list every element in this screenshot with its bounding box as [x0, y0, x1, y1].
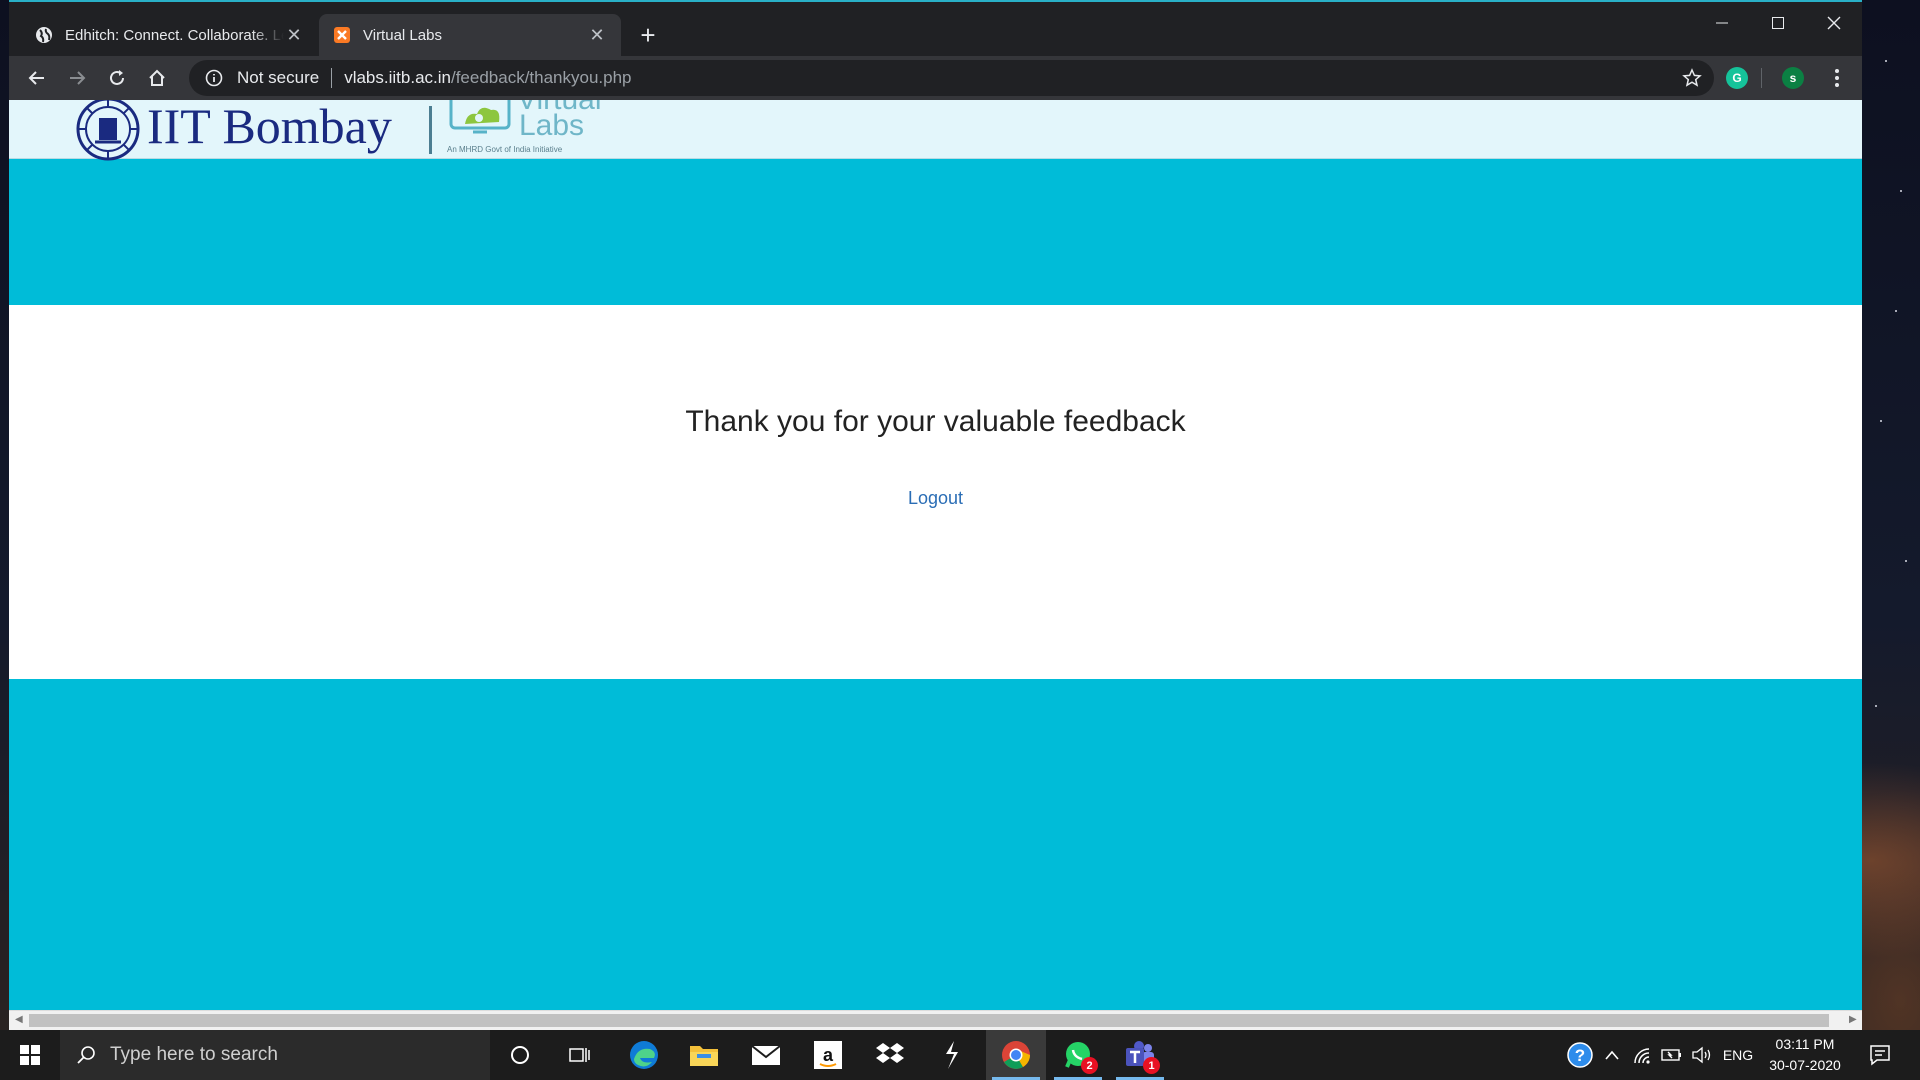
grammarly-extension-icon[interactable]: G	[1726, 67, 1748, 89]
site-header: IIT Bombay Virtual Labs An MHRD Govt of …	[9, 100, 1862, 161]
clock-time: 03:11 PM	[1775, 1036, 1835, 1052]
taskbar-dropbox[interactable]	[860, 1030, 920, 1080]
taskbar-whatsapp[interactable]: 2	[1048, 1030, 1108, 1080]
taskbar-amazon[interactable]: a	[798, 1030, 858, 1080]
thank-you-message: Thank you for your valuable feedback	[685, 405, 1186, 438]
clock[interactable]: 03:11 PM 30-07-2020	[1760, 1034, 1850, 1076]
minimize-button[interactable]	[1694, 8, 1750, 38]
taskbar-teams[interactable]: 1	[1110, 1030, 1170, 1080]
page-viewport: IIT Bombay Virtual Labs An MHRD Govt of …	[9, 100, 1862, 1010]
profile-initial: s	[1789, 71, 1797, 85]
back-button[interactable]	[21, 62, 53, 94]
url-domain: vlabs.iitb.ac.in	[344, 68, 451, 87]
star	[1900, 190, 1902, 192]
scrollbar-thumb[interactable]	[29, 1014, 1829, 1027]
star	[1895, 310, 1897, 312]
scroll-left-arrow-icon[interactable]: ◀	[15, 1014, 23, 1025]
iitb-emblem-logo	[76, 100, 140, 161]
forward-button[interactable]	[61, 62, 93, 94]
tab-title: Virtual Labs	[363, 26, 442, 44]
institute-name: IIT Bombay	[147, 100, 392, 154]
tab-edhitch[interactable]: Edhitch: Connect. Collaborate. Learn ✕	[21, 14, 318, 56]
info-icon[interactable]	[205, 69, 225, 87]
wifi-icon[interactable]	[1628, 1030, 1656, 1080]
taskbar-mail[interactable]	[736, 1030, 796, 1080]
star	[1875, 705, 1877, 707]
language-indicator[interactable]: ENG	[1718, 1030, 1758, 1080]
taskbar-chrome[interactable]	[986, 1030, 1046, 1080]
task-view-button[interactable]	[550, 1030, 610, 1080]
search-icon	[77, 1046, 95, 1064]
home-button[interactable]	[141, 62, 173, 94]
logout-link[interactable]: Logout	[9, 488, 1862, 509]
volume-icon[interactable]	[1688, 1030, 1716, 1080]
action-center-notification-icon[interactable]	[1858, 1030, 1902, 1080]
horizontal-scrollbar[interactable]: ◀ ▶	[9, 1010, 1862, 1030]
svg-text:?: ?	[1575, 1046, 1585, 1065]
message-panel: Thank you for your valuable feedback Log…	[9, 305, 1862, 679]
reload-button[interactable]	[101, 62, 133, 94]
search-placeholder: Type here to search	[110, 1044, 278, 1065]
xampp-icon	[333, 26, 351, 44]
close-tab-icon[interactable]: ✕	[284, 25, 304, 46]
star	[1905, 560, 1907, 562]
taskbar-search-box[interactable]: Type here to search	[60, 1030, 490, 1080]
taskbar-file-explorer[interactable]	[674, 1030, 734, 1080]
virtual-labs-monitor-logo	[449, 100, 511, 134]
address-bar[interactable]: Not secure vlabs.iitb.ac.in /feedback/th…	[189, 60, 1714, 96]
cortana-circle-icon	[511, 1046, 529, 1064]
scroll-right-arrow-icon[interactable]: ▶	[1849, 1014, 1857, 1025]
chrome-icon	[1002, 1041, 1030, 1069]
close-tab-icon[interactable]: ✕	[587, 25, 607, 46]
grammarly-label: G	[1732, 71, 1742, 85]
globe-icon	[35, 26, 53, 44]
close-window-button[interactable]	[1806, 8, 1862, 38]
clock-date: 30-07-2020	[1769, 1057, 1841, 1073]
task-view-icon	[569, 1048, 590, 1062]
windows-logo-icon	[20, 1045, 40, 1065]
new-tab-button[interactable]: +	[633, 20, 663, 50]
logo-divider	[429, 106, 432, 154]
virtual-labs-tagline: An MHRD Govt of India Initiative	[447, 145, 563, 154]
bolt-s-icon	[946, 1041, 958, 1069]
divider	[1761, 68, 1762, 88]
amazon-icon: a	[814, 1041, 842, 1069]
teams-badge: 1	[1143, 1057, 1160, 1074]
star	[1885, 60, 1887, 62]
question-mark-icon: ?	[1567, 1042, 1593, 1068]
tab-title: Edhitch: Connect. Collaborate. Learn	[65, 26, 284, 44]
show-hidden-icons-chevron-up-icon[interactable]	[1600, 1030, 1624, 1080]
svg-text:a: a	[823, 1045, 834, 1065]
help-tray-icon[interactable]: ?	[1562, 1030, 1598, 1080]
cortana-button[interactable]	[490, 1030, 550, 1080]
maximize-button[interactable]	[1750, 8, 1806, 38]
profile-avatar[interactable]: s	[1782, 67, 1804, 89]
taskbar-app-s[interactable]	[922, 1030, 982, 1080]
browser-window: Edhitch: Connect. Collaborate. Learn ✕ V…	[9, 0, 1862, 1030]
mail-icon	[751, 1045, 781, 1065]
menu-kebab-icon[interactable]	[1821, 62, 1853, 94]
bookmark-star-icon[interactable]	[1682, 68, 1702, 93]
divider	[331, 68, 333, 88]
folder-icon	[690, 1046, 718, 1066]
url-path: /feedback/thankyou.php	[450, 68, 632, 87]
battery-icon[interactable]	[1658, 1030, 1686, 1080]
start-button[interactable]	[0, 1030, 60, 1080]
whatsapp-badge: 2	[1081, 1057, 1098, 1074]
taskbar-edge[interactable]	[614, 1030, 674, 1080]
browser-toolbar: Not secure vlabs.iitb.ac.in /feedback/th…	[9, 56, 1862, 100]
virtual-labs-wordmark-bottom: Labs	[519, 109, 585, 142]
tab-virtual-labs[interactable]: Virtual Labs ✕	[319, 14, 621, 56]
star	[1880, 420, 1882, 422]
dropbox-icon	[876, 1043, 904, 1063]
windows-taskbar: Type here to search a 2 1 ? ENG 03:11 PM…	[0, 1030, 1920, 1080]
edge-browser-icon	[630, 1041, 658, 1069]
security-label: Not secure	[237, 68, 320, 87]
